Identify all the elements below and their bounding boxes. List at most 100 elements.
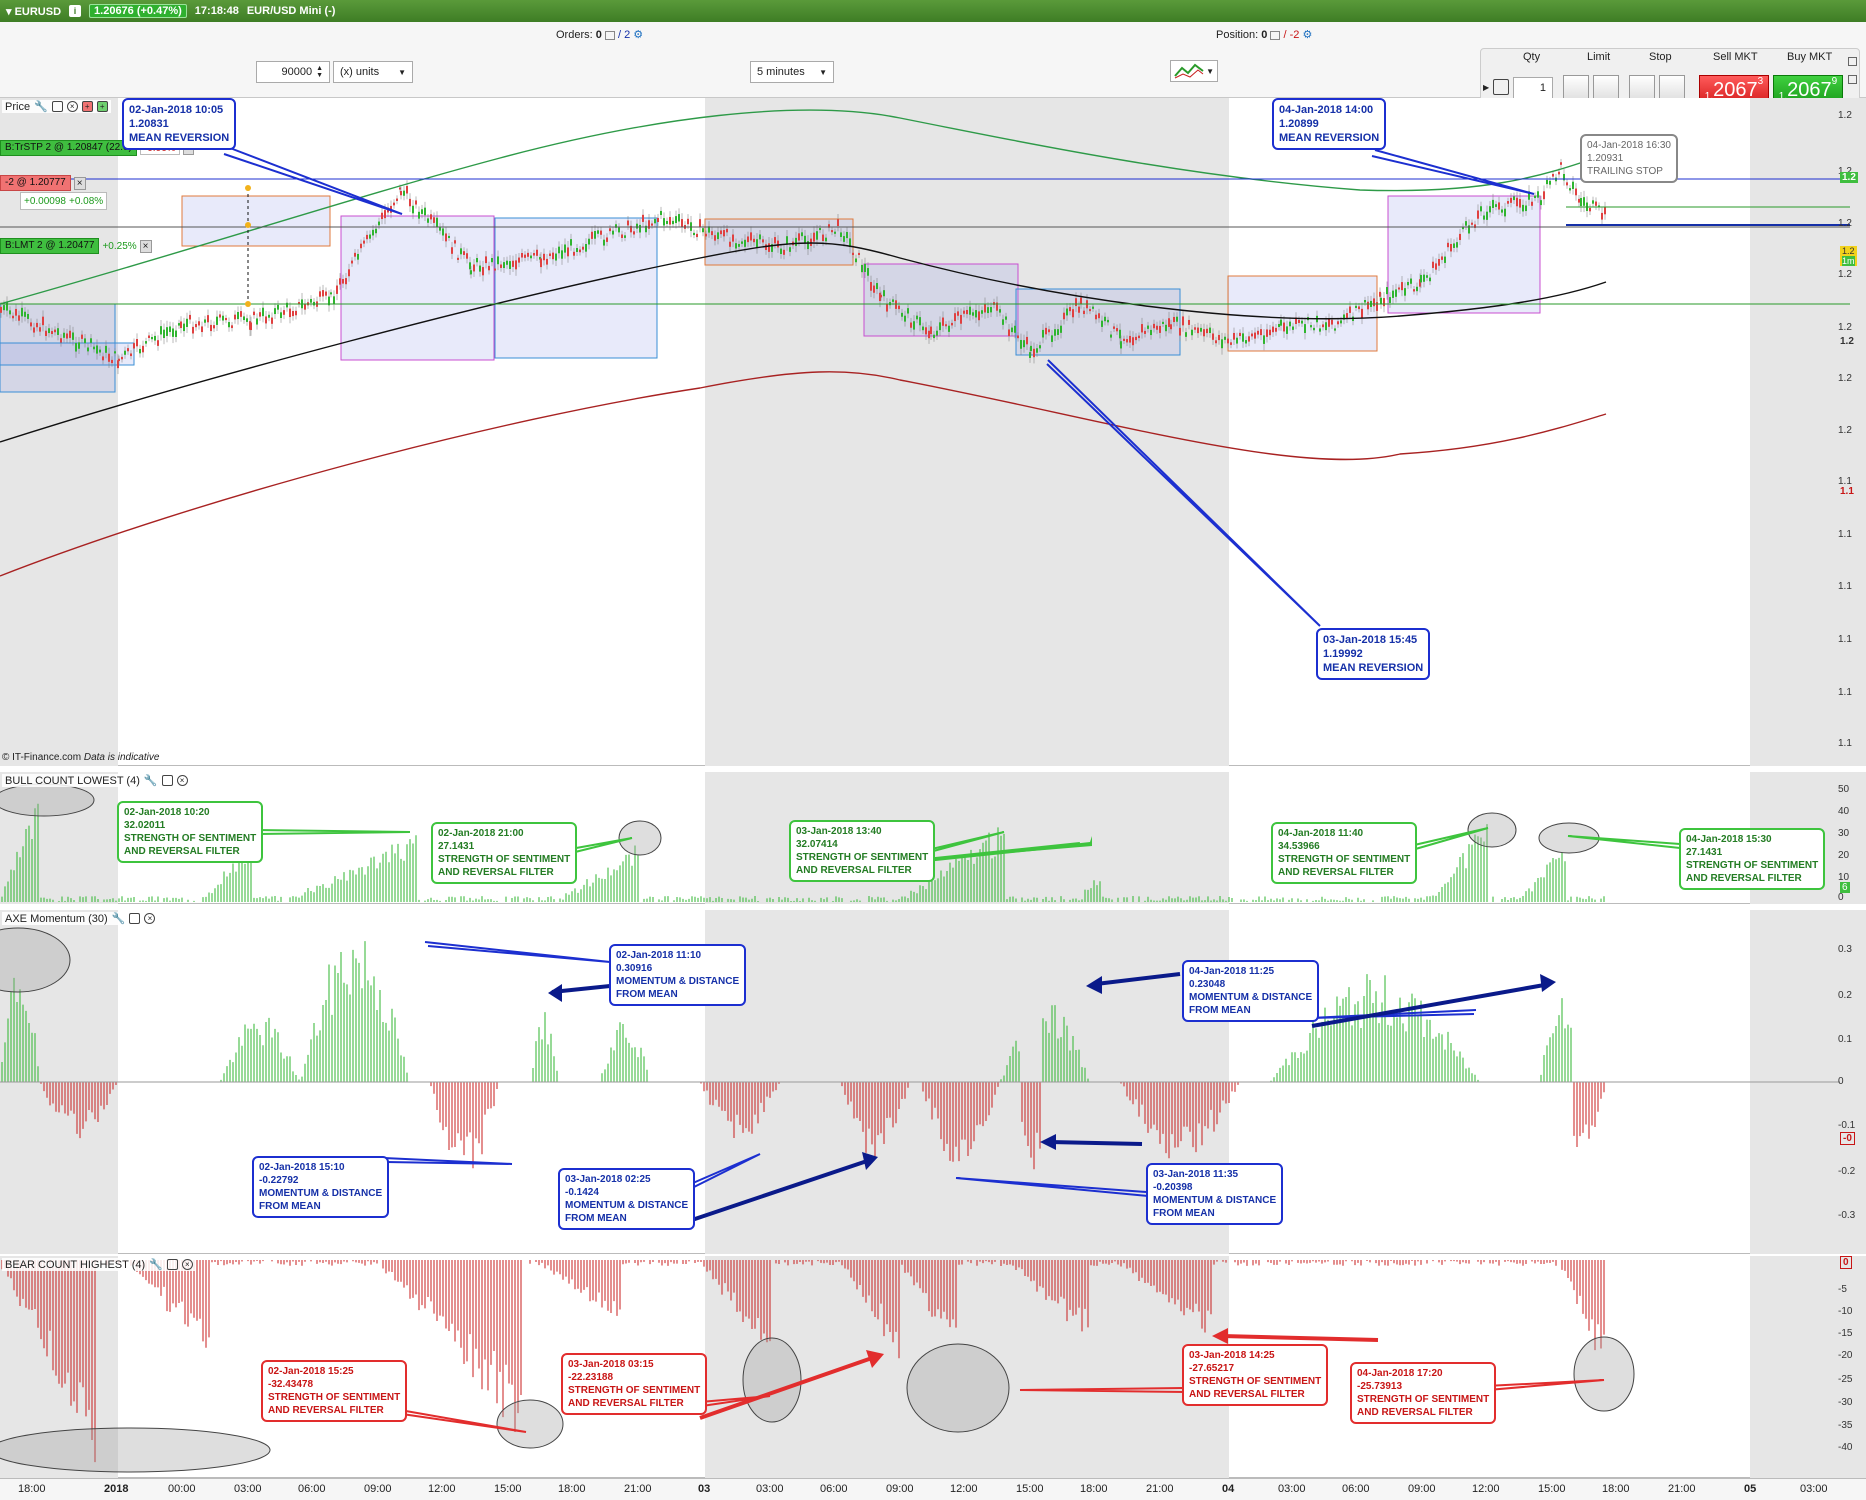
wrench-icon[interactable]: 🔧 — [144, 774, 158, 787]
price-candle — [873, 285, 875, 293]
detach-ticket-icon[interactable] — [1848, 75, 1857, 84]
annotation-value: 0.23048 — [1189, 979, 1226, 990]
price-candle — [375, 228, 377, 234]
wrench-icon[interactable] — [1493, 79, 1509, 95]
position-icon[interactable] — [1270, 30, 1281, 40]
wrench-icon[interactable]: 🔧 — [112, 912, 126, 925]
axis-price-tag: 1.2 — [1840, 336, 1854, 347]
wrench-icon[interactable]: 🔧 — [34, 100, 48, 113]
instrument-menu[interactable]: ▾ EURUSD — [6, 5, 61, 18]
price-change-badge: 1.20676 (+0.47%) — [89, 4, 187, 18]
time-tick: 03:00 — [1278, 1483, 1306, 1495]
timeframe-select[interactable]: 5 minutes ▼ — [750, 61, 834, 83]
info-icon[interactable]: i — [69, 5, 82, 17]
close-icon[interactable]: × — [181, 1259, 193, 1270]
axis-tick: -15 — [1838, 1328, 1853, 1339]
maximize-icon[interactable] — [161, 775, 173, 786]
bear-count-pane[interactable]: BEAR COUNT HIGHEST (4) 🔧 × 02-Jan-2018 1… — [0, 1256, 1866, 1478]
price-candle — [783, 249, 785, 255]
collapse-arrow-icon[interactable]: ▶ — [1483, 83, 1489, 92]
price-candle — [855, 258, 857, 263]
orders-icon[interactable] — [604, 30, 615, 40]
price-candle — [381, 212, 383, 220]
close-icon[interactable]: × — [144, 913, 156, 924]
price-candle — [1153, 323, 1155, 329]
price-candle — [666, 221, 668, 224]
units-select[interactable]: (x) units ▼ — [333, 61, 413, 83]
price-candle — [1495, 204, 1497, 207]
add-order-icon[interactable]: + — [96, 101, 108, 112]
price-candle — [403, 190, 405, 196]
maximize-icon[interactable] — [129, 913, 141, 924]
close-order-icon[interactable]: × — [73, 176, 86, 190]
price-candle — [105, 345, 107, 353]
price-candle — [256, 318, 258, 325]
orders-gear-icon[interactable]: ⚙ — [633, 29, 643, 41]
price-chart-pane[interactable]: Price 🔧 × + + B:TrSTP 2 @ 1.20847 (22.0)… — [0, 98, 1866, 766]
price-candle — [795, 237, 797, 247]
price-candle — [1020, 339, 1022, 349]
price-axis[interactable]: 1.2 1.2 1.2 1.2 1.2 1.2 1.2 1.1 1.1 1.1 … — [1838, 98, 1866, 766]
time-tick: 03 — [698, 1483, 711, 1495]
price-candle — [1045, 327, 1047, 335]
price-candle — [1379, 291, 1381, 297]
price-candle — [325, 291, 327, 296]
price-candle — [1480, 206, 1482, 212]
time-axis[interactable]: 18:00 2018 00:00 03:00 06:00 09:00 12:00… — [0, 1478, 1866, 1500]
price-candle — [163, 329, 165, 339]
price-candle — [172, 328, 174, 337]
limit-tag[interactable]: B:LMT 2 @ 1.20477 — [0, 238, 100, 254]
maximize-icon[interactable] — [51, 101, 63, 112]
price-chart-canvas[interactable] — [0, 98, 1866, 766]
position-order[interactable]: -2 @ 1.20777 × — [0, 174, 86, 192]
price-candle — [612, 230, 614, 235]
price-candle — [198, 321, 200, 326]
axis-tick: 1.2 — [1838, 322, 1852, 333]
price-candle — [747, 236, 749, 243]
limit-order[interactable]: B:LMT 2 @ 1.20477 +0.25% × — [0, 237, 152, 255]
time-tick: 2018 — [104, 1483, 129, 1495]
position-tag[interactable]: -2 @ 1.20777 — [0, 175, 71, 191]
bull-count-pane[interactable]: BULL COUNT LOWEST (4) 🔧 × 02-Jan-2018 10… — [0, 772, 1866, 904]
close-icon[interactable]: × — [66, 101, 78, 112]
position-summary: Position: 0 / -2 ⚙ — [1216, 28, 1312, 41]
maximize-icon[interactable] — [166, 1259, 178, 1270]
price-candle — [1008, 329, 1010, 337]
price-candle — [491, 258, 493, 263]
buy-header: Buy MKT — [1787, 51, 1833, 63]
price-candle — [36, 322, 38, 328]
axe-momentum-pane[interactable]: AXE Momentum (30) 🔧 × 02-Jan-2018 11:10 0… — [0, 910, 1866, 1254]
price-candle — [552, 252, 554, 260]
axis-tick: -5 — [1838, 1284, 1847, 1295]
price-candle — [189, 314, 191, 320]
spinner-icon[interactable]: ▲ ▼ — [316, 65, 323, 79]
price-candle — [448, 235, 450, 239]
qty-input[interactable]: 1 — [1513, 77, 1553, 99]
axe-pane-header: AXE Momentum (30) 🔧 × — [2, 912, 159, 925]
position-total: / -2 — [1283, 29, 1300, 41]
time-tick: 18:00 — [1080, 1483, 1108, 1495]
chart-type-button[interactable]: ▼ — [1170, 60, 1218, 82]
price-candle — [292, 311, 294, 317]
price-candle — [90, 338, 92, 343]
annotation-value: -32.43478 — [268, 1379, 314, 1390]
wrench-icon[interactable]: 🔧 — [149, 1258, 163, 1271]
annotation-date: 04-Jan-2018 17:20 — [1357, 1368, 1443, 1379]
add-indicator-icon[interactable]: + — [81, 101, 93, 112]
price-candle — [928, 330, 930, 339]
axis-tick: 1.2 — [1838, 110, 1852, 121]
price-candle — [1392, 290, 1394, 298]
close-icon[interactable]: × — [176, 775, 188, 786]
price-candle — [816, 231, 818, 240]
price-candle — [1331, 319, 1333, 325]
close-order-icon[interactable]: × — [139, 239, 152, 253]
price-candle — [133, 343, 135, 349]
price-candle — [1033, 348, 1035, 358]
close-ticket-icon[interactable] — [1848, 57, 1857, 66]
price-candle — [515, 260, 517, 270]
annotation-value: 32.07414 — [796, 839, 838, 850]
position-gear-icon[interactable]: ⚙ — [1302, 29, 1312, 41]
annotation-date: 03-Jan-2018 15:45 — [1323, 634, 1418, 646]
trailing-stop-tag[interactable]: B:TrSTP 2 @ 1.20847 (22.0) — [0, 140, 137, 156]
quantity-input[interactable]: 90000 ▲ ▼ — [256, 61, 330, 83]
